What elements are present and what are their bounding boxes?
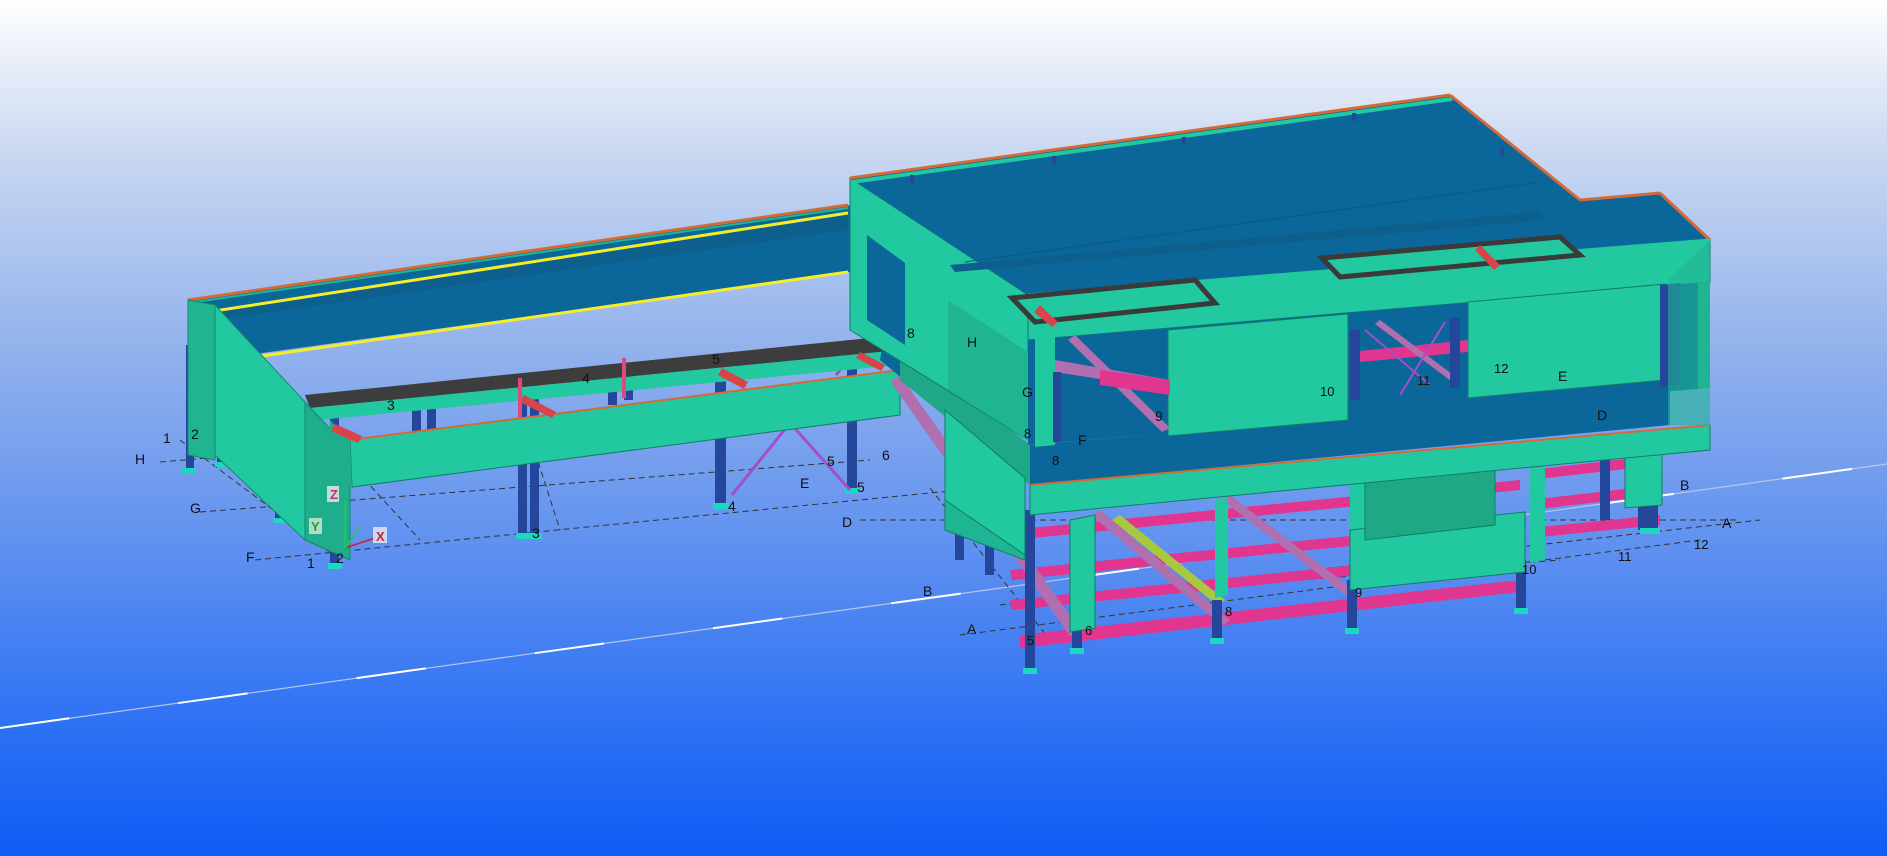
grid-label-h-left: H	[135, 451, 145, 467]
grid-label-g-left: G	[190, 500, 201, 516]
grid-label-5-bottom: 5	[857, 479, 865, 495]
grid-label-h-right: H	[967, 334, 977, 350]
grid-label-e-right: E	[1558, 368, 1567, 384]
grid-label-f-left: F	[246, 549, 255, 565]
grid-label-a-right: A	[1722, 515, 1732, 531]
grid-label-1-bottom: 1	[307, 555, 315, 571]
grid-label-8b: 8	[1052, 453, 1059, 468]
grid-label-5b: 5	[827, 453, 835, 469]
grid-label-11-lower: 11	[1618, 549, 1632, 564]
grid-label-5-top: 5	[712, 351, 720, 367]
building-model-scene[interactable]: H G F 1 2 1 2 3 4 5 3 4 5 5 E D 6 8 H G …	[0, 0, 1887, 856]
grid-label-g-right: G	[1022, 384, 1033, 400]
z-axis-label: Z	[330, 487, 338, 502]
3d-model-viewport[interactable]: H G F 1 2 1 2 3 4 5 3 4 5 5 E D 6 8 H G …	[0, 0, 1887, 856]
main-building[interactable]	[849, 93, 1761, 674]
grid-label-a-lower: A	[967, 621, 977, 637]
grid-label-9-upper: 9	[1155, 408, 1163, 424]
grid-label-8-upper: 8	[907, 325, 915, 341]
grid-label-2-bottom: 2	[336, 550, 344, 566]
grid-label-b-right: B	[1680, 477, 1689, 493]
grid-label-10-lower: 10	[1522, 562, 1536, 577]
y-axis-label: Y	[311, 519, 320, 534]
grid-label-8-lower: 8	[1225, 604, 1232, 619]
grid-label-5-lower: 5	[1027, 633, 1034, 648]
grid-label-8a: 8	[1024, 426, 1031, 441]
grid-label-11-upper: 11	[1417, 373, 1431, 388]
grid-label-12-lower: 12	[1694, 537, 1708, 552]
grid-label-4-bottom: 4	[728, 498, 736, 514]
grid-label-9-lower: 9	[1355, 585, 1362, 600]
grid-label-d-mid: D	[842, 514, 852, 530]
grid-label-12-upper: 12	[1494, 361, 1508, 376]
grid-label-e-mid: E	[800, 475, 809, 491]
grid-label-1-top: 1	[163, 430, 171, 446]
grid-label-10-upper: 10	[1320, 384, 1334, 399]
grid-label-d-right: D	[1597, 407, 1607, 423]
grid-label-2-top: 2	[191, 426, 199, 442]
grid-label-6: 6	[882, 447, 890, 463]
grid-label-f-right: F	[1078, 432, 1087, 448]
x-axis-label: X	[376, 529, 385, 544]
grid-label-3-top: 3	[387, 397, 395, 413]
grid-label-4-top: 4	[582, 370, 590, 386]
left-wing[interactable]	[159, 203, 961, 569]
grid-label-b-lower: B	[923, 583, 932, 599]
grid-label-6-lower: 6	[1085, 623, 1092, 638]
grid-label-3-bottom: 3	[532, 525, 540, 541]
